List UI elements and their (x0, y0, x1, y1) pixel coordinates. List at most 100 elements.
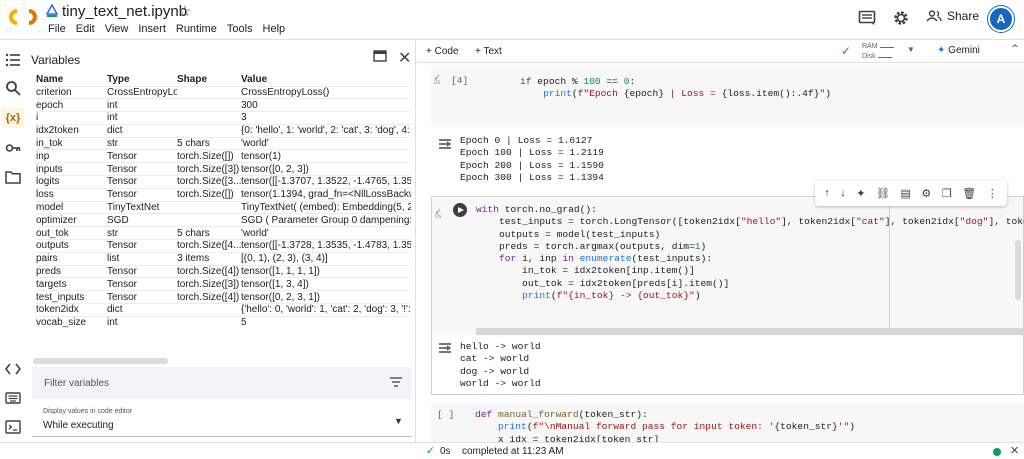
code-cell-active[interactable]: ✓ 0s with torch.no_grad(): test_inputs =… (431, 196, 1024, 335)
column-header-value[interactable]: Value (241, 73, 411, 86)
more-options-icon[interactable]: ⋮ (987, 187, 998, 200)
comment-icon[interactable]: ▤ (901, 187, 911, 200)
output-menu-icon[interactable] (439, 139, 453, 149)
variable-row[interactable]: test_inputs Tensor torch.Size([4]) tensor([… (36, 290, 411, 304)
menu-file[interactable]: File (48, 23, 66, 35)
menu-help[interactable]: Help (263, 23, 286, 35)
gemini-sparkle-icon[interactable]: ✦ (856, 187, 865, 200)
status-text[interactable]: completed at 11:23 AM (462, 446, 564, 457)
variable-row[interactable]: epoch int 300 (36, 98, 411, 112)
variable-row[interactable]: vocab_size int 5 (36, 315, 411, 330)
variable-row[interactable]: model TinyTextNet TinyTextNet( (embed): Em… (36, 200, 411, 214)
variable-row[interactable]: optimizer SGD SGD ( Parameter Group 0 damp… (36, 213, 411, 227)
variable-row[interactable]: outputs Tensor torch.Size([4... tensor([[-1… (36, 239, 411, 253)
menu-tools[interactable]: Tools (227, 23, 253, 35)
column-header-type[interactable]: Type (107, 73, 177, 86)
column-header-name[interactable]: Name (36, 73, 107, 86)
secrets-key-icon[interactable] (5, 140, 21, 156)
horizontal-scrollbar[interactable] (33, 358, 168, 364)
variables-icon[interactable]: {x} (2, 108, 24, 128)
menu-view[interactable]: View (105, 23, 129, 35)
variable-type: Tensor (107, 175, 177, 189)
gemini-button[interactable]: ✦ Gemini (937, 45, 980, 56)
variable-row[interactable]: idx2token dict {0: 'hello', 1: 'world', 2:… (36, 123, 411, 138)
command-palette-icon[interactable] (5, 390, 21, 406)
variable-row[interactable]: pairs list 3 items [(0, 1), (2, 3), (3, 4)] (36, 251, 411, 266)
colab-logo[interactable] (8, 8, 38, 26)
settings-icon[interactable]: ⚙ (921, 187, 931, 200)
menu-runtime[interactable]: Runtime (176, 23, 217, 35)
variable-type: Tensor (107, 239, 177, 253)
notebook-title[interactable]: tiny_text_net.ipynb (62, 3, 187, 20)
open-in-tab-icon[interactable] (373, 50, 387, 62)
run-cell-button[interactable] (453, 203, 467, 217)
user-avatar[interactable]: A (988, 6, 1014, 32)
variable-row[interactable]: loss Tensor torch.Size([]) tensor(1.1394, g… (36, 187, 411, 202)
code-snippets-icon[interactable] (5, 361, 21, 377)
cell-code[interactable]: with torch.no_grad(): test_inputs = torc… (476, 204, 1024, 302)
variable-name: inputs (36, 162, 107, 176)
column-header-shape[interactable]: Shape (177, 73, 241, 86)
variable-row[interactable]: inp Tensor torch.Size([]) tensor(1) (36, 149, 411, 163)
runtime-dropdown-icon[interactable]: ▼ (907, 45, 915, 54)
star-icon[interactable]: ☆ (178, 2, 191, 20)
terminal-icon[interactable] (5, 419, 21, 435)
variable-shape (177, 123, 241, 138)
variable-name: inp (36, 149, 107, 163)
output-line: hello -> world (460, 341, 541, 352)
variable-row[interactable]: inputs Tensor torch.Size([3]) tensor([0, 2,… (36, 162, 411, 176)
variable-row[interactable]: preds Tensor torch.Size([4]) tensor([1, 1, … (36, 264, 411, 278)
code-cell[interactable]: ✓ 2s [4] if epoch % 100 == 0: print(f"Ep… (431, 66, 1024, 126)
variable-row[interactable]: targets Tensor torch.Size([3]) tensor([1, 3… (36, 277, 411, 291)
add-text-button[interactable]: + Text (475, 46, 502, 57)
settings-gear-icon[interactable] (892, 9, 910, 27)
cell-toolbar: ↑ ↓ ✦ ⛓ ▤ ⚙ ❐ 🗑 ⋮ (815, 180, 1007, 206)
variable-row[interactable]: i int 3 (36, 111, 411, 125)
variable-row[interactable]: in_tok str 5 chars'world' (36, 136, 411, 150)
variable-name: optimizer (36, 213, 107, 227)
menu-insert[interactable]: Insert (138, 23, 166, 35)
variable-row[interactable]: out_tok str 5 chars'world' (36, 226, 411, 240)
variable-row[interactable]: token2idx dict {'hello': 0, 'world': 1, 'c… (36, 303, 411, 317)
output-line: cat -> world (460, 353, 530, 365)
display-values-select[interactable]: While executing (43, 420, 114, 431)
variable-name: preds (36, 264, 107, 278)
variable-row[interactable]: criterionCrossEntropyLoss CrossEntropyLos… (36, 85, 411, 99)
variables-panel: Variables ✕ Name Type Shape Value criter… (26, 40, 416, 442)
cell-code[interactable]: def manual_forward(token_str): print(f"\… (475, 409, 855, 442)
connection-status-dot[interactable] (993, 448, 1001, 456)
delete-icon[interactable]: 🗑 (962, 187, 976, 200)
collapse-header-icon[interactable]: ⌃ (1010, 42, 1020, 56)
comment-icon[interactable] (858, 10, 876, 26)
mirror-cell-icon[interactable]: ❐ (942, 187, 952, 200)
dropdown-caret-icon[interactable]: ▼ (394, 416, 403, 426)
table-of-contents-icon[interactable] (5, 52, 21, 68)
variable-shape: 5 chars (177, 136, 241, 150)
folder-icon[interactable] (5, 169, 21, 185)
share-button[interactable]: Share (926, 9, 979, 23)
menu-edit[interactable]: Edit (76, 23, 95, 35)
cell-execution-count: [4] (451, 75, 469, 86)
variable-shape: torch.Size([4]) (177, 264, 241, 278)
move-down-icon[interactable]: ↓ (840, 187, 846, 199)
output-menu-icon[interactable] (439, 343, 453, 353)
cell-code[interactable]: if epoch % 100 == 0: print(f"Epoch {epoc… (497, 76, 831, 101)
link-icon[interactable]: ⛓ (876, 187, 890, 200)
variable-type: TinyTextNet (107, 200, 177, 214)
filter-icon[interactable] (390, 377, 402, 387)
notebook-scrollbar[interactable] (1015, 240, 1021, 300)
search-icon[interactable] (5, 80, 21, 96)
move-up-icon[interactable]: ↑ (824, 187, 830, 199)
variable-value: CrossEntropyLoss() (241, 85, 411, 99)
variable-row[interactable]: logits Tensor torch.Size([3... tensor([[-1.… (36, 175, 411, 189)
close-status-icon[interactable]: ✕ (1010, 444, 1019, 457)
add-code-button[interactable]: + Code (426, 46, 459, 57)
filter-variables-input[interactable]: Filter variables (32, 367, 412, 399)
code-cell[interactable]: [ ] def manual_forward(token_str): print… (431, 403, 1024, 442)
close-icon[interactable]: ✕ (398, 48, 411, 68)
sparkle-icon: ✦ (937, 45, 946, 56)
resource-monitor[interactable]: RAM Disk (862, 42, 894, 62)
variable-value: tensor([[-1.3707, 1.3522, -1.4765, 1.352… (241, 175, 411, 189)
variable-shape: torch.Size([4]) (177, 290, 241, 304)
cell-exec-time: 0s (435, 214, 442, 220)
